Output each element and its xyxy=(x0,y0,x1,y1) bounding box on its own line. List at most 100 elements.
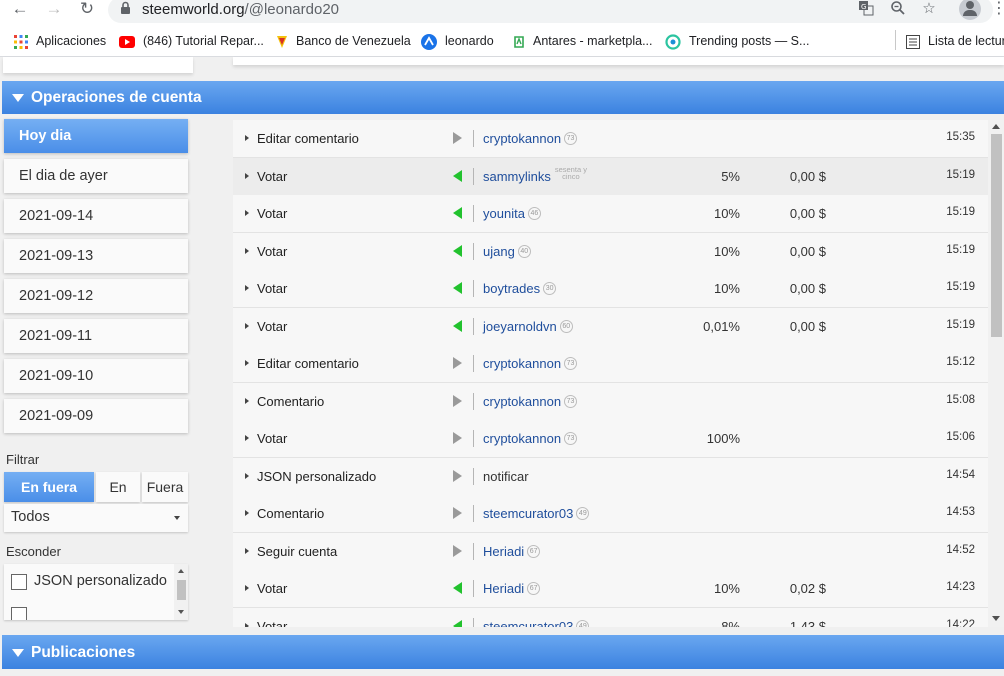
scroll-up-icon[interactable] xyxy=(992,124,1000,129)
expand-row-icon[interactable] xyxy=(245,547,249,554)
account-link[interactable]: Heriadi 67 xyxy=(483,581,541,596)
vote-weight: 5% xyxy=(721,168,740,184)
operations-scrollbar[interactable] xyxy=(988,120,1004,627)
expand-row-icon[interactable] xyxy=(245,435,249,441)
bookmark-youtube[interactable]: (846) Tutorial Repar... xyxy=(119,32,264,50)
date-button[interactable]: 2021-09-09 xyxy=(4,399,188,433)
address-bar[interactable]: steemworld.org/@leonardo20 G ☆ xyxy=(108,0,993,23)
incoming-arrow-icon xyxy=(453,207,462,219)
bookmark-aplicaciones[interactable]: Aplicaciones xyxy=(14,32,106,50)
operation-time: 15:08 xyxy=(946,393,975,406)
date-button[interactable]: 2021-09-10 xyxy=(4,359,188,393)
filter-type-select[interactable]: Todos xyxy=(4,504,188,532)
expand-row-icon[interactable] xyxy=(245,135,249,141)
outgoing-arrow-icon xyxy=(453,132,462,144)
expand-row-icon[interactable] xyxy=(245,622,249,627)
account-link[interactable]: younita 46 xyxy=(483,206,541,221)
operation-type: Comentario xyxy=(257,393,325,409)
date-button[interactable]: 2021-09-13 xyxy=(4,239,188,273)
zoom-icon[interactable] xyxy=(889,0,907,18)
hide-json-checkbox[interactable] xyxy=(11,574,27,590)
hide-list-scrollbar[interactable] xyxy=(174,564,188,620)
scrollbar-thumb[interactable] xyxy=(177,580,186,600)
account-link[interactable]: boytrades 30 xyxy=(483,281,557,296)
operation-row[interactable]: Votar joeyarnoldvn 60 0,01% 0,00 $ 15:19 xyxy=(233,307,988,346)
expand-row-icon[interactable] xyxy=(245,210,249,216)
operation-row[interactable]: Comentario steemcurator03 49 14:53 xyxy=(233,495,988,533)
operation-row[interactable]: Editar comentario cryptokannon 73 15:35 xyxy=(233,120,988,158)
operation-row[interactable]: JSON personalizado notificar 14:54 xyxy=(233,457,988,496)
bookmark-star-icon[interactable]: ☆ xyxy=(920,0,938,18)
row-divider xyxy=(473,242,474,260)
account-link[interactable]: steemcurator03 49 xyxy=(483,619,590,627)
operation-row[interactable]: Votar steemcurator03 49 8% 1,43 $ 14:22 xyxy=(233,607,988,628)
date-button[interactable]: 2021-09-14 xyxy=(4,199,188,233)
date-yesterday-button[interactable]: El dia de ayer xyxy=(4,159,188,193)
row-divider xyxy=(473,580,474,597)
hide-item-label: JSON personalizado xyxy=(34,573,167,589)
expand-row-icon[interactable] xyxy=(245,585,249,591)
row-divider xyxy=(473,130,474,147)
section-header-account-ops[interactable]: Operaciones de cuenta xyxy=(2,81,1004,114)
scroll-up-icon[interactable] xyxy=(178,569,184,573)
account-link[interactable]: ujang 40 xyxy=(483,244,531,259)
outgoing-arrow-icon xyxy=(453,507,462,519)
vote-value: 0,00 $ xyxy=(789,206,826,221)
account-link[interactable]: cryptokannon 73 xyxy=(483,131,578,146)
operation-row[interactable]: Votar Heriadi 67 10% 0,02 $ 14:23 xyxy=(233,570,988,608)
operation-time: 15:19 xyxy=(946,281,975,293)
vote-value: 0,00 $ xyxy=(789,281,826,296)
scroll-down-icon[interactable] xyxy=(992,616,1000,621)
forward-arrow-icon[interactable]: → xyxy=(44,0,64,20)
expand-row-icon[interactable] xyxy=(245,285,249,291)
translate-icon[interactable]: G xyxy=(857,0,875,18)
bookmark-leonardo[interactable]: leonardo xyxy=(421,32,494,50)
account-link[interactable]: cryptokannon 73 xyxy=(483,431,578,446)
hide-next-checkbox[interactable] xyxy=(11,607,27,620)
expand-row-icon[interactable] xyxy=(245,172,249,179)
operation-row[interactable]: Seguir cuenta Heriadi 67 14:52 xyxy=(233,532,988,571)
filter-out-button[interactable]: Fuera xyxy=(142,472,188,502)
vote-value: 0,00 $ xyxy=(789,243,826,259)
expand-row-icon[interactable] xyxy=(245,360,249,366)
date-button[interactable]: 2021-09-12 xyxy=(4,279,188,313)
section-header-publications[interactable]: Publicaciones xyxy=(2,635,1004,669)
expand-row-icon[interactable] xyxy=(245,247,249,254)
vote-weight: 8% xyxy=(721,618,740,628)
account-link[interactable]: cryptokannon 73 xyxy=(483,394,578,409)
operation-row[interactable]: Votar boytrades 30 10% 0,00 $ 15:19 xyxy=(233,270,988,308)
account-link[interactable]: cryptokannon 73 xyxy=(483,356,578,371)
operation-row[interactable]: Votar ujang 40 10% 0,00 $ 15:19 xyxy=(233,232,988,271)
vote-weight: 10% xyxy=(713,281,740,296)
scroll-down-icon[interactable] xyxy=(178,610,184,614)
account-link[interactable]: sammylinks sesenta y cinco xyxy=(483,165,588,183)
row-divider xyxy=(473,205,474,222)
scrollbar-thumb[interactable] xyxy=(991,134,1002,337)
date-today-button[interactable]: Hoy dia xyxy=(4,119,188,153)
operation-row[interactable]: Votar younita 46 10% 0,00 $ 15:19 xyxy=(233,195,988,233)
operation-type: Editar comentario xyxy=(257,356,359,371)
operation-row[interactable]: Votar cryptokannon 73 100% 15:06 xyxy=(233,420,988,458)
filter-in-out-button[interactable]: En fuera xyxy=(4,472,94,502)
filter-in-button[interactable]: En xyxy=(96,472,140,502)
expand-row-icon[interactable] xyxy=(245,322,249,329)
operation-row[interactable]: Comentario cryptokannon 73 15:08 xyxy=(233,382,988,421)
more-options-icon[interactable]: ⋮ xyxy=(991,0,1004,20)
bookmark-banco-venezuela[interactable]: Banco de Venezuela xyxy=(276,32,411,50)
operation-row[interactable]: Votar sammylinks sesenta y cinco 5% 0,00 $ 15… xyxy=(233,157,988,196)
expand-row-icon[interactable] xyxy=(245,472,249,479)
account-link[interactable]: Heriadi 67 xyxy=(483,544,541,559)
reading-list-button[interactable]: Lista de lectur xyxy=(906,32,1004,50)
bookmark-antares[interactable]: Antares - marketpla... xyxy=(513,32,653,50)
expand-row-icon[interactable] xyxy=(245,510,249,516)
reload-icon[interactable]: ↻ xyxy=(77,0,97,20)
expand-row-icon[interactable] xyxy=(245,397,249,404)
bookmark-trending[interactable]: Trending posts — S... xyxy=(665,32,809,50)
account-link[interactable]: steemcurator03 49 xyxy=(483,506,590,521)
account-link[interactable]: joeyarnoldvn 60 xyxy=(483,319,573,334)
row-divider xyxy=(473,617,474,627)
operation-row[interactable]: Editar comentario cryptokannon 73 15:12 xyxy=(233,345,988,383)
date-button[interactable]: 2021-09-11 xyxy=(4,319,188,353)
back-arrow-icon[interactable]: ← xyxy=(10,0,30,20)
operation-time: 14:54 xyxy=(946,468,975,481)
